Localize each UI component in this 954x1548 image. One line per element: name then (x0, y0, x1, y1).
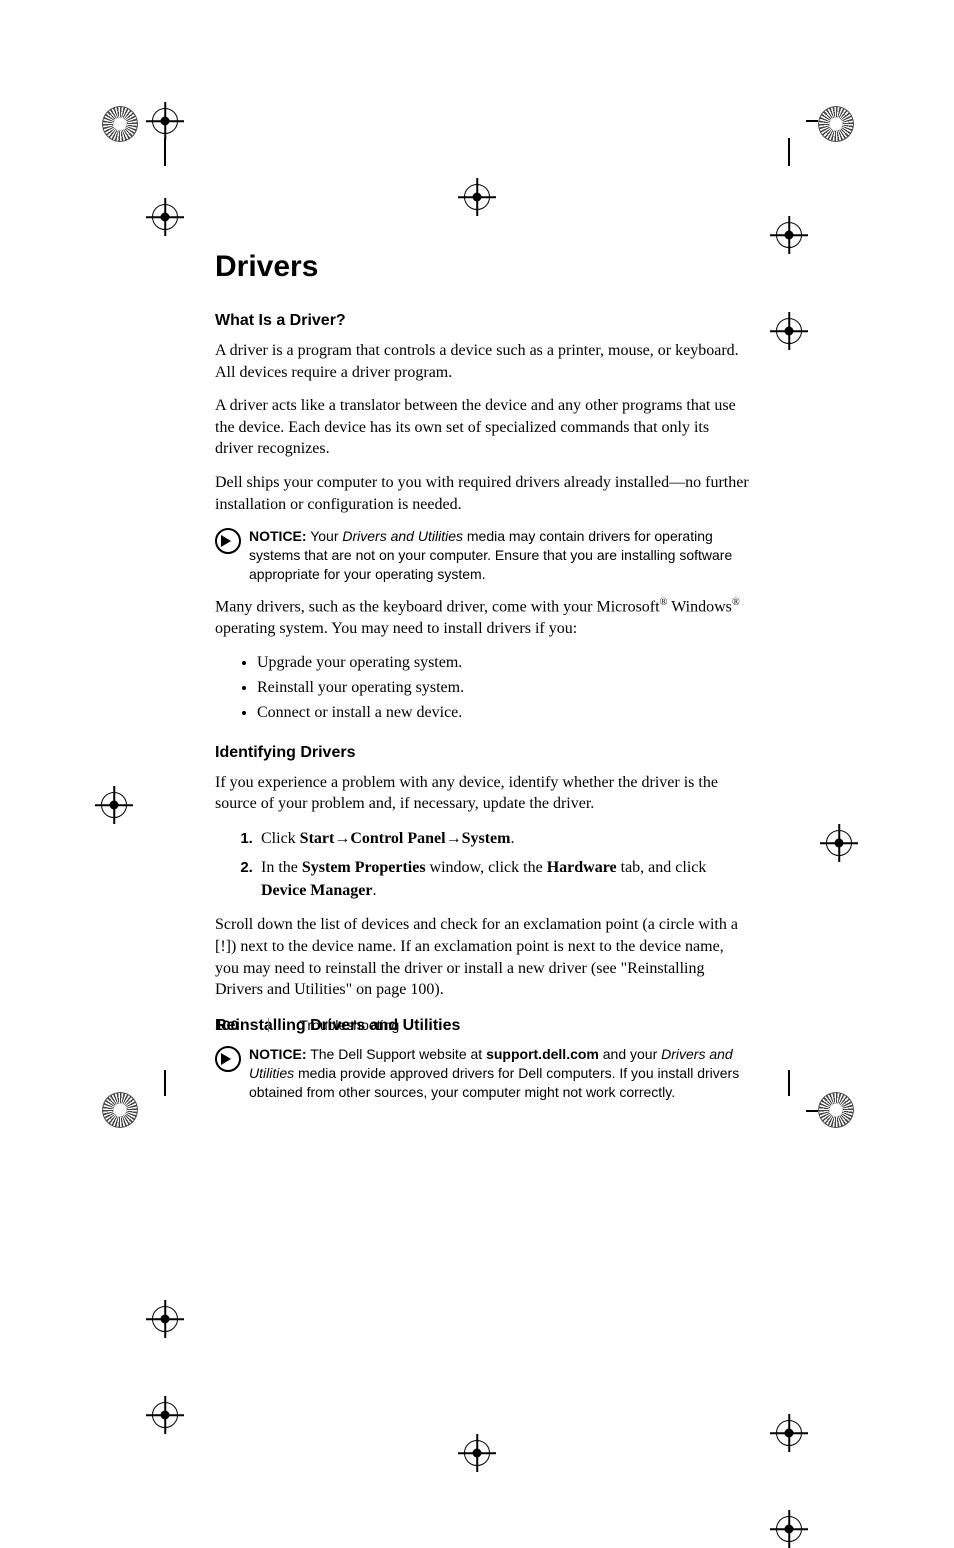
step1-b3: System (462, 830, 511, 847)
crop-bar-br-h (806, 1110, 818, 1112)
crop-sun-bl (102, 1092, 138, 1128)
notice-arrow-icon (215, 1046, 241, 1072)
notice-1-ital: Drivers and Utilities (342, 528, 463, 544)
step2-b2: Hardware (547, 859, 617, 876)
notice-block-1: NOTICE: Your Drivers and Utilities media… (215, 527, 750, 584)
crop-cross-ml (95, 786, 133, 824)
reg-2: ® (732, 597, 740, 608)
crop-bar-br (788, 1070, 790, 1096)
step1-a2: → (446, 830, 462, 847)
step2-m1: window, click the (426, 859, 547, 876)
crop-cross-tr (770, 216, 808, 254)
step1-post: . (510, 830, 514, 847)
bullet-3: Connect or install a new device. (257, 701, 750, 726)
crop-sun-tl (102, 106, 138, 142)
page-number: 100 (215, 1017, 238, 1033)
para-many-pre: Many drivers, such as the keyboard drive… (215, 598, 660, 615)
crop-cross-bc (458, 1434, 496, 1472)
para-identifying-1: If you experience a problem with any dev… (215, 772, 750, 815)
steps-list: Click Start→Control Panel→System. In the… (215, 827, 750, 903)
crop-cross-tr2 (770, 312, 808, 350)
notice-text-1: NOTICE: Your Drivers and Utilities media… (249, 527, 750, 584)
subheading-identifying: Identifying Drivers (215, 744, 750, 762)
notice2-lead: NOTICE: (249, 1046, 307, 1062)
notice2-pre: The Dell Support website at (307, 1046, 487, 1062)
step2-pre: In the (261, 859, 302, 876)
para-identifying-2: Scroll down the list of devices and chec… (215, 914, 750, 1000)
step2-post: . (373, 882, 377, 899)
para-what-is-1: A driver is a program that controls a de… (215, 340, 750, 383)
step1-b1: Start (300, 830, 335, 847)
para-many-drivers: Many drivers, such as the keyboard drive… (215, 596, 750, 640)
step-2: In the System Properties window, click t… (257, 856, 750, 902)
crop-bar-bl (164, 1070, 166, 1096)
bullet-2: Reinstall your operating system. (257, 676, 750, 701)
step1-b2: Control Panel (350, 830, 445, 847)
crop-cross-tl (146, 102, 184, 140)
page-content: Drivers What Is a Driver? A driver is a … (215, 250, 750, 1114)
heading-drivers: Drivers (215, 250, 750, 284)
step2-b1: System Properties (302, 859, 426, 876)
crop-cross-bl2 (146, 1300, 184, 1338)
step1-a1: → (334, 830, 350, 847)
crop-cross-mr (820, 824, 858, 862)
notice2-post: media provide approved drivers for Dell … (249, 1065, 739, 1100)
para-many-post: operating system. You may need to instal… (215, 620, 577, 637)
notice2-bold: support.dell.com (486, 1046, 599, 1062)
subheading-what-is: What Is a Driver? (215, 312, 750, 330)
crop-cross-br2 (770, 1414, 808, 1452)
step2-b3: Device Manager (261, 882, 373, 899)
notice-text-2: NOTICE: The Dell Support website at supp… (249, 1045, 750, 1102)
notice-block-2: NOTICE: The Dell Support website at supp… (215, 1045, 750, 1102)
notice-arrow-icon (215, 528, 241, 554)
bullet-1: Upgrade your operating system. (257, 651, 750, 676)
notice-lead: NOTICE: (249, 528, 307, 544)
step-1: Click Start→Control Panel→System. (257, 827, 750, 850)
crop-bar-tr-h (806, 120, 818, 122)
para-many-win: Windows (667, 598, 731, 615)
crop-cross-tl2 (146, 198, 184, 236)
crop-sun-tr (818, 106, 854, 142)
crop-bar-tl (164, 138, 166, 166)
notice-1-before: Your (307, 528, 343, 544)
crop-sun-br (818, 1092, 854, 1128)
notice2-mid: and your (599, 1046, 661, 1062)
para-what-is-2: A driver acts like a translator between … (215, 395, 750, 460)
footer-divider (268, 1018, 269, 1032)
crop-cross-br (770, 1510, 808, 1548)
step1-pre: Click (261, 830, 300, 847)
footer-section: Troubleshooting (299, 1017, 399, 1033)
crop-bar-tr-v (788, 138, 790, 166)
step2-m2: tab, and click (617, 859, 707, 876)
crop-cross-tc (458, 178, 496, 216)
bullet-list: Upgrade your operating system. Reinstall… (215, 651, 750, 725)
crop-cross-bl (146, 1396, 184, 1434)
para-what-is-3: Dell ships your computer to you with req… (215, 472, 750, 515)
page-footer: 100 Troubleshooting (215, 1017, 399, 1033)
